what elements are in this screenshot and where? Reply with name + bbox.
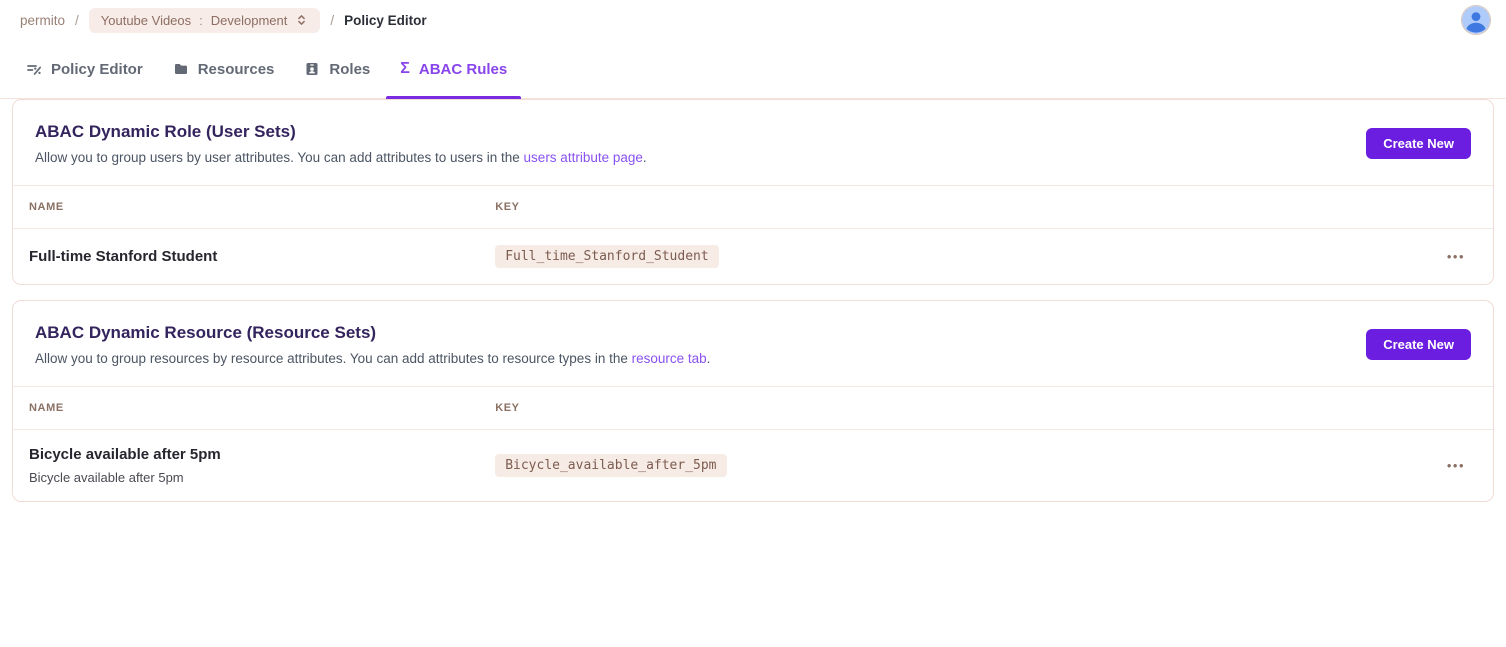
project-name: Youtube Videos <box>101 13 191 28</box>
column-header-name: NAME <box>13 387 479 430</box>
table-header-row: NAME KEY <box>13 186 1493 229</box>
tab-label: Resources <box>198 61 275 78</box>
breadcrumb-current-page: Policy Editor <box>344 13 427 28</box>
folder-icon <box>173 61 189 77</box>
section-description: Allow you to group users by user attribu… <box>35 150 647 165</box>
breadcrumb-colon: : <box>199 13 203 28</box>
person-icon <box>1462 6 1490 34</box>
user-sets-card-heading: ABAC Dynamic Role (User Sets) Allow you … <box>35 122 647 165</box>
rule-icon <box>26 61 42 77</box>
user-sets-card-header: ABAC Dynamic Role (User Sets) Allow you … <box>13 100 1493 185</box>
column-header-key: KEY <box>479 186 1429 229</box>
resource-set-key-chip: Bicycle_available_after_5pm <box>495 454 726 477</box>
column-header-key: KEY <box>479 387 1429 430</box>
section-title: ABAC Dynamic Resource (Resource Sets) <box>35 323 710 343</box>
row-actions-menu-icon[interactable]: ••• <box>1445 246 1467 267</box>
create-new-user-set-button[interactable]: Create New <box>1366 128 1471 159</box>
description-text: Allow you to group users by user attribu… <box>35 150 524 165</box>
resource-sets-table: NAME KEY Bicycle available after 5pm Bic… <box>13 386 1493 501</box>
table-header-row: NAME KEY <box>13 387 1493 430</box>
column-header-actions <box>1429 186 1493 229</box>
tab-bar: Policy Editor Resources Roles Σ ABAC Rul… <box>0 40 1506 99</box>
sigma-icon: Σ <box>400 61 410 77</box>
tab-label: ABAC Rules <box>419 61 507 78</box>
user-sets-table: NAME KEY Full-time Stanford Student Full… <box>13 185 1493 284</box>
description-period: . <box>643 150 647 165</box>
row-actions-menu-icon[interactable]: ••• <box>1445 455 1467 476</box>
resource-sets-card-header: ABAC Dynamic Resource (Resource Sets) Al… <box>13 301 1493 386</box>
resource-tab-link[interactable]: resource tab <box>632 351 707 366</box>
tab-abac-rules[interactable]: Σ ABAC Rules <box>386 40 521 98</box>
tab-roles[interactable]: Roles <box>290 40 384 98</box>
breadcrumb-org[interactable]: permito <box>20 13 65 28</box>
users-attribute-page-link[interactable]: users attribute page <box>524 150 643 165</box>
tab-label: Policy Editor <box>51 61 143 78</box>
resource-set-description: Bicycle available after 5pm <box>29 470 463 485</box>
user-set-name: Full-time Stanford Student <box>29 248 463 265</box>
user-sets-card: ABAC Dynamic Role (User Sets) Allow you … <box>12 99 1494 285</box>
tab-policy-editor[interactable]: Policy Editor <box>12 40 157 98</box>
tab-label: Roles <box>329 61 370 78</box>
project-environment-selector[interactable]: Youtube Videos : Development <box>89 8 321 33</box>
description-period: . <box>707 351 711 366</box>
environment-name: Development <box>211 13 288 28</box>
resource-set-name: Bicycle available after 5pm <box>29 446 463 463</box>
resource-sets-card-heading: ABAC Dynamic Resource (Resource Sets) Al… <box>35 323 710 366</box>
tab-resources[interactable]: Resources <box>159 40 289 98</box>
column-header-actions <box>1429 387 1493 430</box>
top-bar: permito / Youtube Videos : Development /… <box>0 0 1506 40</box>
breadcrumb-separator: / <box>75 13 79 28</box>
create-new-resource-set-button[interactable]: Create New <box>1366 329 1471 360</box>
breadcrumb-separator: / <box>330 13 334 28</box>
user-set-key-chip: Full_time_Stanford_Student <box>495 245 719 268</box>
column-header-name: NAME <box>13 186 479 229</box>
breadcrumb: permito / Youtube Videos : Development /… <box>20 8 427 33</box>
resource-sets-card: ABAC Dynamic Resource (Resource Sets) Al… <box>12 300 1494 502</box>
table-row[interactable]: Bicycle available after 5pm Bicycle avai… <box>13 430 1493 502</box>
badge-icon <box>304 61 320 77</box>
description-text: Allow you to group resources by resource… <box>35 351 632 366</box>
section-title: ABAC Dynamic Role (User Sets) <box>35 122 647 142</box>
section-description: Allow you to group resources by resource… <box>35 351 710 366</box>
updown-chevron-icon <box>295 13 308 27</box>
table-row[interactable]: Full-time Stanford Student Full_time_Sta… <box>13 229 1493 285</box>
user-avatar[interactable] <box>1462 6 1490 34</box>
